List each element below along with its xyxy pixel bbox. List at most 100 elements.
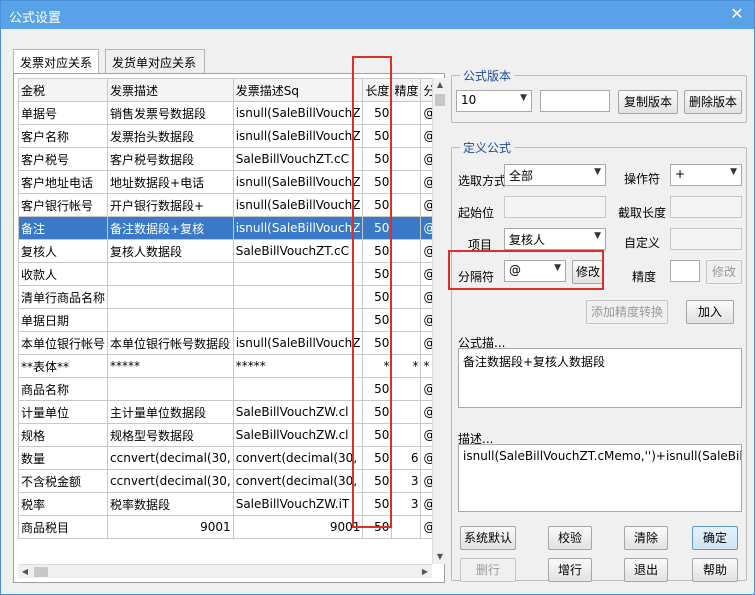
table-cell[interactable]: SaleBillVouchZW.iT bbox=[232, 492, 364, 516]
delete-row-button[interactable]: 删行 bbox=[460, 558, 516, 582]
hscroll-thumb[interactable] bbox=[34, 567, 48, 577]
vertical-scrollbar[interactable]: ▲ ▼ bbox=[432, 78, 446, 564]
table-cell[interactable]: 主计量单位数据段 bbox=[107, 400, 234, 424]
table-cell[interactable]: SaleBillVouchZW.cl bbox=[232, 423, 364, 447]
formula-text-textarea[interactable]: isnull(SaleBillVouchZT.cMemo,'')+isnull(… bbox=[458, 444, 742, 512]
version-select[interactable]: 10 ▼ bbox=[456, 90, 532, 112]
table-cell[interactable]: convert(decimal(30, bbox=[232, 469, 364, 493]
table-cell[interactable] bbox=[391, 101, 422, 125]
table-cell[interactable]: 数量 bbox=[18, 446, 109, 470]
exit-button[interactable]: 退出 bbox=[624, 558, 668, 582]
column-header[interactable]: 发票描述 bbox=[107, 78, 234, 102]
table-cell[interactable]: 规格 bbox=[18, 423, 109, 447]
add-button[interactable]: 加入 bbox=[686, 300, 734, 324]
formula-desc-textarea[interactable]: 备注数据段+复核人数据段 bbox=[458, 348, 742, 408]
scroll-thumb[interactable] bbox=[435, 94, 445, 106]
table-cell[interactable] bbox=[391, 147, 422, 171]
table-cell[interactable] bbox=[391, 423, 422, 447]
table-cell[interactable] bbox=[232, 262, 364, 286]
table-cell[interactable]: 3 bbox=[391, 492, 422, 516]
table-cell[interactable]: isnull(SaleBillVouchZ bbox=[232, 331, 364, 355]
table-cell[interactable]: 本单位银行帐号 bbox=[18, 331, 109, 355]
table-cell[interactable]: ccnvert(decimal(30, bbox=[107, 446, 234, 470]
table-cell[interactable]: 不含税金额 bbox=[18, 469, 109, 493]
table-cell[interactable]: 本单位银行帐号数据段 bbox=[107, 331, 234, 355]
tab-invoice-mapping[interactable]: 发票对应关系 bbox=[13, 49, 99, 75]
table-cell[interactable]: 9001 bbox=[107, 515, 234, 539]
table-cell[interactable]: SaleBillVouchZT.cC bbox=[232, 147, 364, 171]
table-cell[interactable]: 开户银行数据段+ bbox=[107, 193, 234, 217]
verify-button[interactable]: 校验 bbox=[548, 526, 592, 550]
table-cell[interactable]: 税率数据段 bbox=[107, 492, 234, 516]
table-cell[interactable]: convert(decimal(30, bbox=[232, 446, 364, 470]
table-cell[interactable]: isnull(SaleBillVouchZ bbox=[232, 124, 364, 148]
table-cell[interactable] bbox=[391, 239, 422, 263]
scroll-right-icon[interactable]: ▶ bbox=[418, 565, 432, 578]
table-cell[interactable]: ***** bbox=[107, 354, 234, 378]
table-cell[interactable] bbox=[391, 193, 422, 217]
scroll-down-icon[interactable]: ▼ bbox=[433, 550, 446, 564]
precision-input[interactable] bbox=[670, 260, 700, 282]
table-cell[interactable]: 收款人 bbox=[18, 262, 109, 286]
delete-version-button[interactable]: 删除版本 bbox=[684, 90, 742, 114]
close-icon[interactable]: ✕ bbox=[728, 5, 746, 23]
select-mode-select[interactable]: 全部 ▼ bbox=[504, 164, 606, 186]
table-cell[interactable]: 单据日期 bbox=[18, 308, 109, 332]
column-header[interactable]: 精度 bbox=[391, 78, 422, 102]
table-cell[interactable]: 6 bbox=[391, 446, 422, 470]
table-cell[interactable]: 清单行商品名称 bbox=[18, 285, 109, 309]
table-cell[interactable] bbox=[391, 262, 422, 286]
table-cell[interactable]: SaleBillVouchZT.cC bbox=[232, 239, 364, 263]
copy-version-button[interactable]: 复制版本 bbox=[618, 90, 678, 114]
table-cell[interactable]: ***** bbox=[232, 354, 364, 378]
table-cell[interactable]: 商品税目 bbox=[18, 515, 109, 539]
operator-select[interactable]: + ▼ bbox=[670, 164, 742, 186]
system-default-button[interactable]: 系统默认 bbox=[460, 526, 516, 550]
table-cell[interactable]: 复核人数据段 bbox=[107, 239, 234, 263]
table-cell[interactable]: ccnvert(decimal(30, bbox=[107, 469, 234, 493]
table-cell[interactable]: 备注数据段+复核 bbox=[107, 216, 234, 240]
table-cell[interactable] bbox=[391, 377, 422, 401]
table-cell[interactable]: **表体** bbox=[18, 354, 109, 378]
table-cell[interactable] bbox=[107, 285, 234, 309]
add-precision-button[interactable]: 添加精度转换 bbox=[586, 300, 668, 324]
column-header[interactable]: 金税 bbox=[18, 78, 109, 102]
help-button[interactable]: 帮助 bbox=[692, 558, 738, 582]
horizontal-scrollbar[interactable]: ◀ ▶ bbox=[18, 564, 432, 578]
add-row-button[interactable]: 增行 bbox=[548, 558, 592, 582]
table-cell[interactable]: 规格型号数据段 bbox=[107, 423, 234, 447]
scroll-up-icon[interactable]: ▲ bbox=[433, 78, 446, 92]
table-cell[interactable] bbox=[232, 308, 364, 332]
table-cell[interactable] bbox=[107, 262, 234, 286]
precision-modify-button[interactable]: 修改 bbox=[706, 260, 742, 284]
table-cell[interactable]: isnull(SaleBillVouchZ bbox=[232, 216, 364, 240]
version-name-input[interactable] bbox=[540, 90, 610, 112]
table-cell[interactable]: 客户税号 bbox=[18, 147, 109, 171]
table-cell[interactable]: isnull(SaleBillVouchZ bbox=[232, 170, 364, 194]
table-cell[interactable] bbox=[107, 377, 234, 401]
table-cell[interactable]: 地址数据段+电话 bbox=[107, 170, 234, 194]
scroll-left-icon[interactable]: ◀ bbox=[18, 565, 32, 578]
table-cell[interactable] bbox=[391, 331, 422, 355]
ok-button[interactable]: 确定 bbox=[692, 526, 738, 550]
column-header[interactable]: 发票描述Sq bbox=[232, 78, 364, 102]
table-cell[interactable]: 单据号 bbox=[18, 101, 109, 125]
table-cell[interactable]: 发票抬头数据段 bbox=[107, 124, 234, 148]
table-cell[interactable]: 复核人 bbox=[18, 239, 109, 263]
table-cell[interactable]: 商品名称 bbox=[18, 377, 109, 401]
table-cell[interactable]: 3 bbox=[391, 469, 422, 493]
table-cell[interactable]: 客户银行帐号 bbox=[18, 193, 109, 217]
table-cell[interactable] bbox=[391, 515, 422, 539]
table-cell[interactable]: isnull(SaleBillVouchZ bbox=[232, 101, 364, 125]
table-cell[interactable]: isnull(SaleBillVouchZ bbox=[232, 193, 364, 217]
table-cell[interactable]: SaleBillVouchZW.cl bbox=[232, 400, 364, 424]
table-cell[interactable]: 备注 bbox=[18, 216, 109, 240]
table-cell[interactable] bbox=[107, 308, 234, 332]
table-cell[interactable] bbox=[391, 285, 422, 309]
table-cell[interactable]: 9001 bbox=[232, 515, 364, 539]
table-cell[interactable]: 销售发票号数据段 bbox=[107, 101, 234, 125]
clear-button[interactable]: 清除 bbox=[624, 526, 668, 550]
table-cell[interactable]: 客户名称 bbox=[18, 124, 109, 148]
table-cell[interactable] bbox=[391, 124, 422, 148]
item-select[interactable]: 复核人 ▼ bbox=[504, 228, 606, 250]
